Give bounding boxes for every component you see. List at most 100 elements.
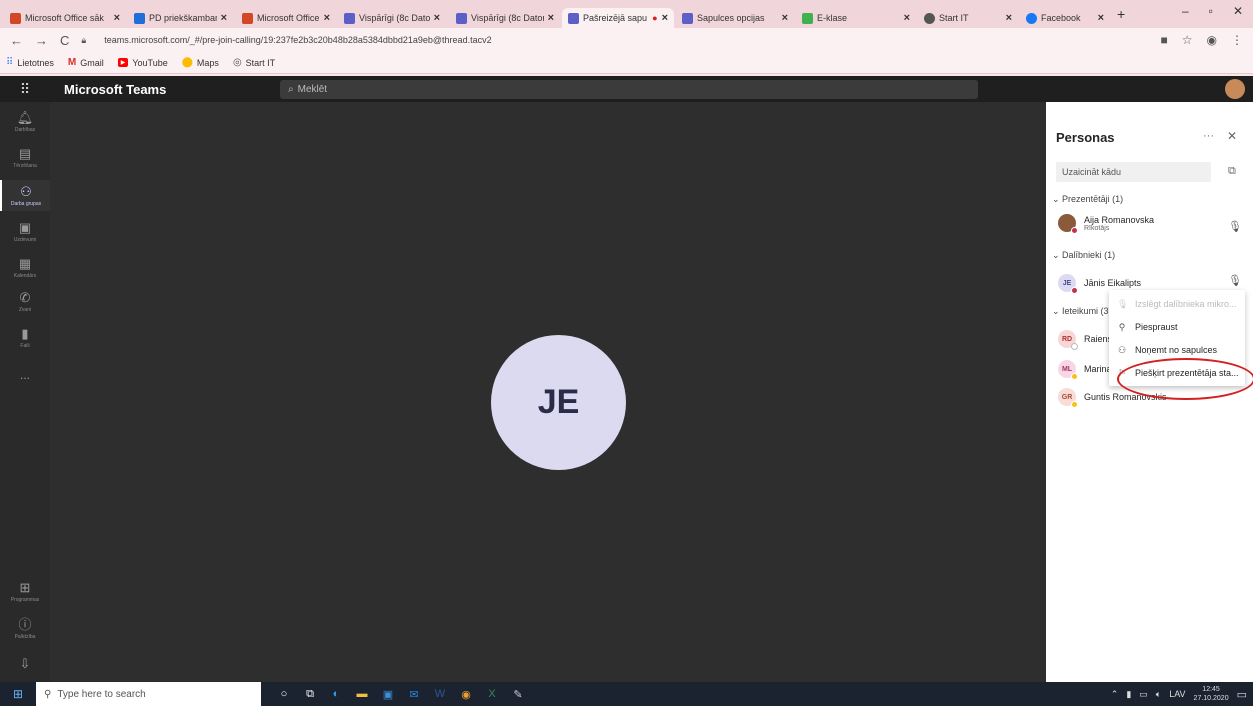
chevron-down-icon: ⌄ xyxy=(1052,194,1063,204)
teams-icon xyxy=(568,12,579,24)
rail-item-calendar[interactable]: ▦ Kalendārs xyxy=(0,256,50,279)
teams-header: ⠿ Microsoft Teams ⌕ Meklēt xyxy=(0,76,1253,102)
chrome-icon[interactable]: ◉ xyxy=(453,684,479,704)
minimize-button[interactable]: – xyxy=(1182,4,1189,18)
avatar: ML xyxy=(1058,360,1078,380)
participant-presenter[interactable]: Aija Romanovska Rīkotājs xyxy=(1058,214,1154,234)
forward-button[interactable]: → xyxy=(35,33,48,48)
system-tray: ⌃ ▮ ▭ 🔈︎ LAV 12:45 27.10.2020 ▭ xyxy=(1111,682,1247,706)
user-avatar[interactable] xyxy=(1225,79,1245,99)
download-app-icon[interactable]: ⇩ xyxy=(0,656,50,672)
section-presenters[interactable]: ⌄ Prezentētāji (1) xyxy=(1052,194,1123,205)
rail-item-files[interactable]: ▮ Faili xyxy=(0,326,50,349)
window-controls: – ▫ ✕ xyxy=(1182,4,1253,18)
teams-icon xyxy=(456,12,467,24)
new-tab-button[interactable]: + xyxy=(1117,6,1125,22)
reload-button[interactable]: C xyxy=(60,33,69,48)
browser-tab[interactable]: Start IT × xyxy=(918,8,1018,28)
browser-tab[interactable]: E-klase × xyxy=(796,8,916,28)
mic-icon[interactable]: 🎙︎ xyxy=(1228,274,1242,287)
office-icon xyxy=(10,12,21,24)
back-button[interactable]: ← xyxy=(10,33,23,48)
bookmark-maps[interactable]: ⬤ Maps xyxy=(182,57,219,68)
chat-icon: ▤ xyxy=(18,146,32,161)
rail-item-activity[interactable]: 🔔︎ Darbības xyxy=(0,110,50,133)
rail-item-help[interactable]: ⓘ Palīdzība xyxy=(0,614,50,640)
paint-icon[interactable]: ✎ xyxy=(505,684,531,704)
search-input[interactable]: ⌕ Meklēt xyxy=(280,80,978,99)
calendar-icon: ▦ xyxy=(18,256,32,271)
rail-item-chat[interactable]: ▤ Tērzēšana xyxy=(0,146,50,169)
close-icon[interactable]: × xyxy=(782,12,788,24)
section-suggestions[interactable]: ⌄ Ieteikumi (3) xyxy=(1052,306,1112,317)
language-indicator[interactable]: LAV xyxy=(1169,689,1185,699)
browser-tab[interactable]: Sapulces opcijas × xyxy=(676,8,794,28)
chevron-up-icon[interactable]: ⌃ xyxy=(1111,689,1119,700)
browser-tab[interactable]: Facebook × xyxy=(1020,8,1110,28)
browser-tab-active[interactable]: Pašreizējā sapu ● × xyxy=(562,8,674,28)
word-icon[interactable]: W xyxy=(427,684,453,704)
menu-item-pin[interactable]: ⚲ Piespraust xyxy=(1109,317,1245,337)
taskbar-search-input[interactable]: ⚲ Type here to search xyxy=(36,682,261,706)
avatar: GR xyxy=(1058,388,1078,408)
rail-item-calls[interactable]: ✆ Zvani xyxy=(0,290,50,313)
profile-icon[interactable]: ◉ xyxy=(1207,33,1217,47)
browser-tab[interactable]: Microsoft Office sāk× xyxy=(4,8,126,28)
more-options-icon[interactable]: ··· xyxy=(1203,130,1214,142)
browser-tab[interactable]: PD priekškambaris× xyxy=(128,8,233,28)
file-explorer-icon[interactable]: ▬ xyxy=(349,684,375,704)
menu-item-remove[interactable]: ⚇ Noņemt no sapulces xyxy=(1109,340,1245,360)
browser-tab[interactable]: Vispārīgi (8c Datori × xyxy=(338,8,446,28)
bookmark-startit[interactable]: ◎ Start IT xyxy=(233,57,275,68)
chevron-down-icon: ⌄ xyxy=(1052,306,1063,316)
close-icon[interactable]: × xyxy=(114,12,120,24)
rail-item-apps[interactable]: ⊞ Programmas xyxy=(0,580,50,603)
close-window-button[interactable]: ✕ xyxy=(1233,4,1243,18)
close-panel-icon[interactable]: ✕ xyxy=(1227,129,1237,143)
close-icon[interactable]: × xyxy=(904,12,910,24)
bookmark-apps[interactable]: ⠿ Lietotnes xyxy=(6,57,54,68)
start-button[interactable]: ⊞ xyxy=(0,687,36,701)
clock[interactable]: 12:45 27.10.2020 xyxy=(1194,685,1229,703)
menu-item-mute[interactable]: 🎙︎ Izslēgt dalībnieka mikro... xyxy=(1109,294,1245,314)
network-icon[interactable]: ▮ xyxy=(1126,689,1131,700)
close-icon[interactable]: × xyxy=(548,12,554,24)
close-icon[interactable]: × xyxy=(1006,12,1012,24)
bookmark-gmail[interactable]: M Gmail xyxy=(68,57,104,68)
store-icon[interactable]: ▣ xyxy=(375,684,401,704)
volume-icon[interactable]: 🔈︎ xyxy=(1156,689,1161,700)
display-icon[interactable]: ▭ xyxy=(1139,689,1148,700)
close-icon[interactable]: × xyxy=(1098,12,1104,24)
bookmark-star-icon[interactable]: ☆ xyxy=(1182,33,1193,47)
rail-item-more[interactable]: ... xyxy=(0,368,50,382)
close-icon[interactable]: × xyxy=(324,12,330,24)
browser-tab[interactable]: Vispārīgi (8c Datori × xyxy=(450,8,560,28)
excel-icon[interactable]: X xyxy=(479,684,505,704)
recording-icon: ● xyxy=(652,13,658,23)
rail-item-teams[interactable]: ⚇ Darba grupas xyxy=(0,180,50,211)
bookmark-youtube[interactable]: ▶ YouTube xyxy=(117,58,168,68)
maximize-button[interactable]: ▫ xyxy=(1209,4,1213,18)
app-launcher-icon[interactable]: ⠿ xyxy=(0,81,50,98)
menu-kebab-icon[interactable]: ⋮ xyxy=(1231,33,1243,47)
teams-icon xyxy=(682,12,693,24)
share-invite-icon[interactable]: ⧉ xyxy=(1228,165,1236,178)
close-icon[interactable]: × xyxy=(221,12,227,24)
notifications-icon[interactable]: ▭ xyxy=(1237,688,1247,701)
mic-off-icon[interactable]: 🎙︎ xyxy=(1228,220,1242,233)
close-icon[interactable]: × xyxy=(434,12,440,24)
app-rail: 🔔︎ Darbības ▤ Tērzēšana ⚇ Darba grupas ▣ Uzd… xyxy=(0,102,50,682)
url-field[interactable]: teams.microsoft.com/_#/pre-join-calling/… xyxy=(104,35,491,45)
invite-input[interactable]: Uzaicināt kādu xyxy=(1056,162,1211,182)
status-dot xyxy=(1071,343,1078,350)
mail-icon[interactable]: ✉ xyxy=(401,684,427,704)
close-icon[interactable]: × xyxy=(662,12,668,24)
edge-icon[interactable]: ◐ xyxy=(323,684,349,704)
cortana-icon[interactable]: ○ xyxy=(271,684,297,704)
section-attendees[interactable]: ⌄ Dalībnieki (1) xyxy=(1052,250,1115,261)
rail-item-assignments[interactable]: ▣ Uzdevumi xyxy=(0,220,50,243)
camera-icon[interactable]: ■ xyxy=(1161,33,1168,47)
cloud-icon xyxy=(134,12,145,24)
task-view-icon[interactable]: ⧉ xyxy=(297,684,323,704)
browser-tab[interactable]: Microsoft Office sāk× xyxy=(236,8,336,28)
